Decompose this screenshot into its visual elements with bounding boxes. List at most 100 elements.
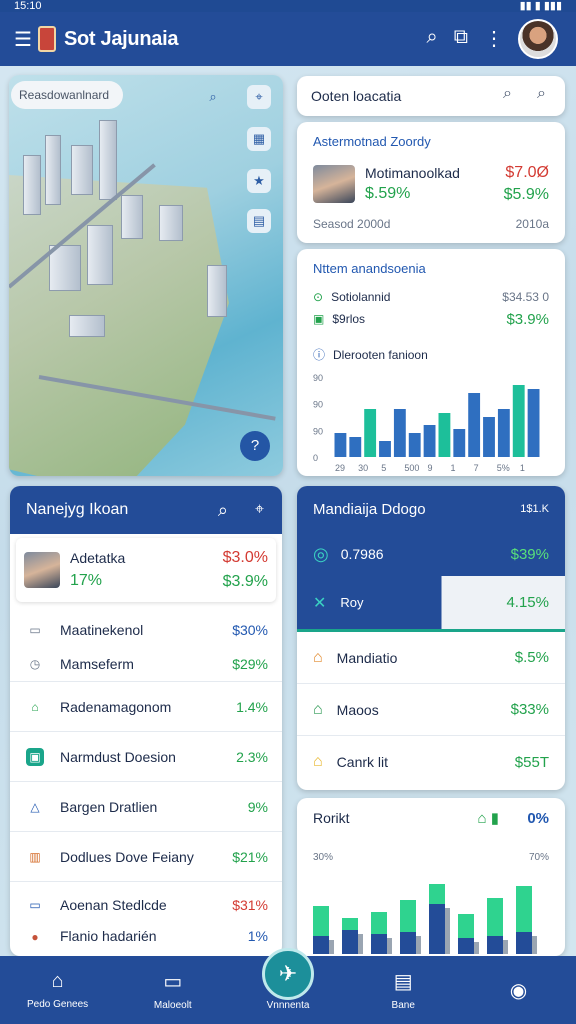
y-tick-label: 0 — [313, 453, 318, 463]
x-tick-label: 1 — [520, 463, 525, 473]
status-icons: ▮▮ ▮ ▮▮▮ — [519, 0, 562, 12]
more-icon[interactable]: ⋮ — [484, 26, 504, 51]
menu-icon[interactable]: ☰ — [14, 27, 32, 52]
help-button[interactable]: ? — [240, 431, 270, 461]
grid-icon[interactable]: ▤ — [247, 209, 271, 233]
nav-label: Vnnnenta — [266, 1000, 310, 1011]
chart-row-value: $34.53 0 — [502, 290, 549, 304]
house-icon: ⌂ — [313, 700, 323, 718]
app-title: Sot Jajunaia — [63, 27, 179, 50]
chart-bar-shadow — [329, 940, 334, 954]
city-illustration — [9, 175, 229, 476]
chart-bar — [497, 409, 510, 457]
zoom-icon[interactable]: ⌕ — [537, 85, 546, 103]
chart-bar-bottom — [458, 938, 474, 954]
clock-icon: ◷ — [29, 656, 41, 671]
nav-item-more[interactable]: ◉ — [461, 956, 576, 1024]
chart-bar-bottom — [313, 936, 329, 954]
building — [159, 205, 183, 241]
x-tick-label: 29 — [335, 463, 345, 473]
list-item-label: Canrk lit — [336, 754, 389, 770]
chart-card[interactable]: Nttem anandsoenia ⊙ Sotiolannid $34.53 0… — [297, 249, 565, 476]
chart-bar-bottom — [400, 932, 416, 954]
nav-label: Maloeolt — [153, 1000, 192, 1011]
list-item[interactable]: ▣ Narmdust Doesion 2.3% — [10, 732, 282, 782]
list-item[interactable]: △ Bargen Dratlien 9% — [10, 782, 282, 832]
nav-item-document[interactable]: ▭ Maloeolt — [115, 956, 230, 1024]
alert-card[interactable]: Astermotnad Zoordy Motimanoolkad $.59% $… — [297, 122, 565, 243]
list-item-pct: $31% — [232, 897, 268, 913]
map-card[interactable]: Reasdowanlnard ⌕ ⌖ ▦ ★ ▤ ? — [9, 75, 283, 476]
stacked-bar-chart — [313, 884, 537, 954]
chart-bar-bottom — [516, 932, 532, 954]
nav-item-bank[interactable]: ▤ Bane — [346, 956, 461, 1024]
list-item-pct: $21% — [232, 848, 268, 865]
search-card-label: Ooten loacatia — [311, 88, 402, 104]
bar-card-pct: 0% — [527, 809, 549, 827]
circle-icon: ◉ — [509, 979, 528, 1002]
chart-bar-shadow — [474, 942, 479, 954]
search-icon[interactable]: ⌕ — [201, 85, 225, 109]
x-tick-label: 30 — [358, 463, 368, 473]
top-item[interactable]: Adetatka 17% $3.0% $3.9% — [16, 538, 276, 602]
search-card[interactable]: Ooten loacatia ⌕ ⌕ — [297, 76, 565, 116]
chart-bar-bottom — [487, 936, 503, 954]
camera-icon[interactable]: ⧉ — [454, 26, 468, 51]
list-item[interactable]: ▭ Aoenan Stedlcde $31% — [10, 882, 282, 928]
house-icon: ⌂ — [313, 648, 323, 666]
list-item[interactable]: ⌂ Radenamagonom 1.4% — [10, 682, 282, 732]
list-item-pct: 4.15% — [506, 594, 549, 611]
star-icon[interactable]: ★ — [247, 169, 271, 193]
highlight-row[interactable]: ◎ 0.7986 $39% — [297, 532, 565, 576]
avatar[interactable] — [518, 19, 558, 59]
cross-icon: ✕ — [313, 594, 327, 612]
chart-row-label: Sotiolannid — [331, 290, 391, 304]
list-item[interactable]: ● Flanio hadarién 1% — [10, 928, 282, 946]
nav-label: Pedo Genees — [27, 999, 89, 1010]
status-bar: 15:10 ▮▮ ▮ ▮▮▮ — [0, 0, 576, 12]
list-item-pct: $29% — [232, 655, 268, 672]
home-icon: ⌂ — [51, 970, 64, 992]
list-item[interactable]: ⌂ Mandiatio $.5% — [297, 632, 565, 684]
list-item-label: Radenamagonom — [60, 698, 172, 715]
nav-item-home[interactable]: ⌂ Pedo Genees — [0, 956, 115, 1024]
top-item-thumbnail — [24, 552, 60, 588]
left-panel-list: ▭ Maatinekenol $30% ◷ Mamseferm $29% ⌂ Radena… — [10, 614, 282, 946]
screen-icon: ▭ — [29, 898, 41, 912]
alert-change2: $5.9% — [503, 186, 549, 203]
list-item-pct: $30% — [232, 622, 268, 638]
search-icon[interactable]: ⌕ — [503, 85, 512, 103]
list-item[interactable]: ⌂ Canrk lit $55T — [297, 736, 565, 788]
alert-name: Motimanoolkad — [365, 165, 460, 181]
map-search-label[interactable]: Reasdowanlnard — [11, 81, 123, 109]
filter-icon[interactable]: ⌖ — [255, 501, 264, 519]
chart-bar-top — [487, 898, 503, 936]
list-item-pct: $55T — [514, 753, 549, 771]
trend-icon: ⌂ ▮ — [477, 810, 499, 827]
building — [23, 155, 41, 215]
list-item-label: Dodlues Dove Feiany — [60, 848, 194, 865]
bar-card[interactable]: Rorikt ⌂ ▮ 0% 30% 70% — [297, 798, 565, 956]
list-item-pct: 9% — [247, 798, 268, 815]
chart-bar-top — [371, 912, 387, 934]
chart-bar-bottom — [342, 930, 358, 954]
chart-bar-top — [429, 884, 445, 904]
list-item[interactable]: ▥ Dodlues Dove Feiany $21% — [10, 832, 282, 882]
list-item[interactable]: ▭ Maatinekenol $30% — [10, 614, 282, 646]
check-icon: ⊙ — [313, 290, 324, 304]
list-item-label: Flanio hadarién — [60, 928, 157, 944]
layers-icon[interactable]: ▦ — [247, 127, 271, 151]
search-icon[interactable]: ⌕ — [427, 26, 438, 51]
chart-bar — [438, 413, 451, 457]
list-item[interactable]: ⌂ Maoos $33% — [297, 684, 565, 736]
search-icon[interactable]: ⌕ — [218, 500, 228, 521]
location-icon[interactable]: ⌖ — [247, 85, 271, 109]
list-item[interactable]: ✕ Roy 4.15% — [297, 576, 565, 632]
x-tick-label: 500 — [404, 463, 419, 473]
highlight-label: 0.7986 — [340, 546, 384, 562]
plane-icon[interactable]: ✈ — [262, 948, 314, 1000]
alert-sub-right: 2010a — [515, 217, 549, 231]
list-item-label: Mamseferm — [60, 655, 134, 672]
building — [87, 225, 113, 285]
list-item[interactable]: ◷ Mamseferm $29% — [10, 646, 282, 682]
